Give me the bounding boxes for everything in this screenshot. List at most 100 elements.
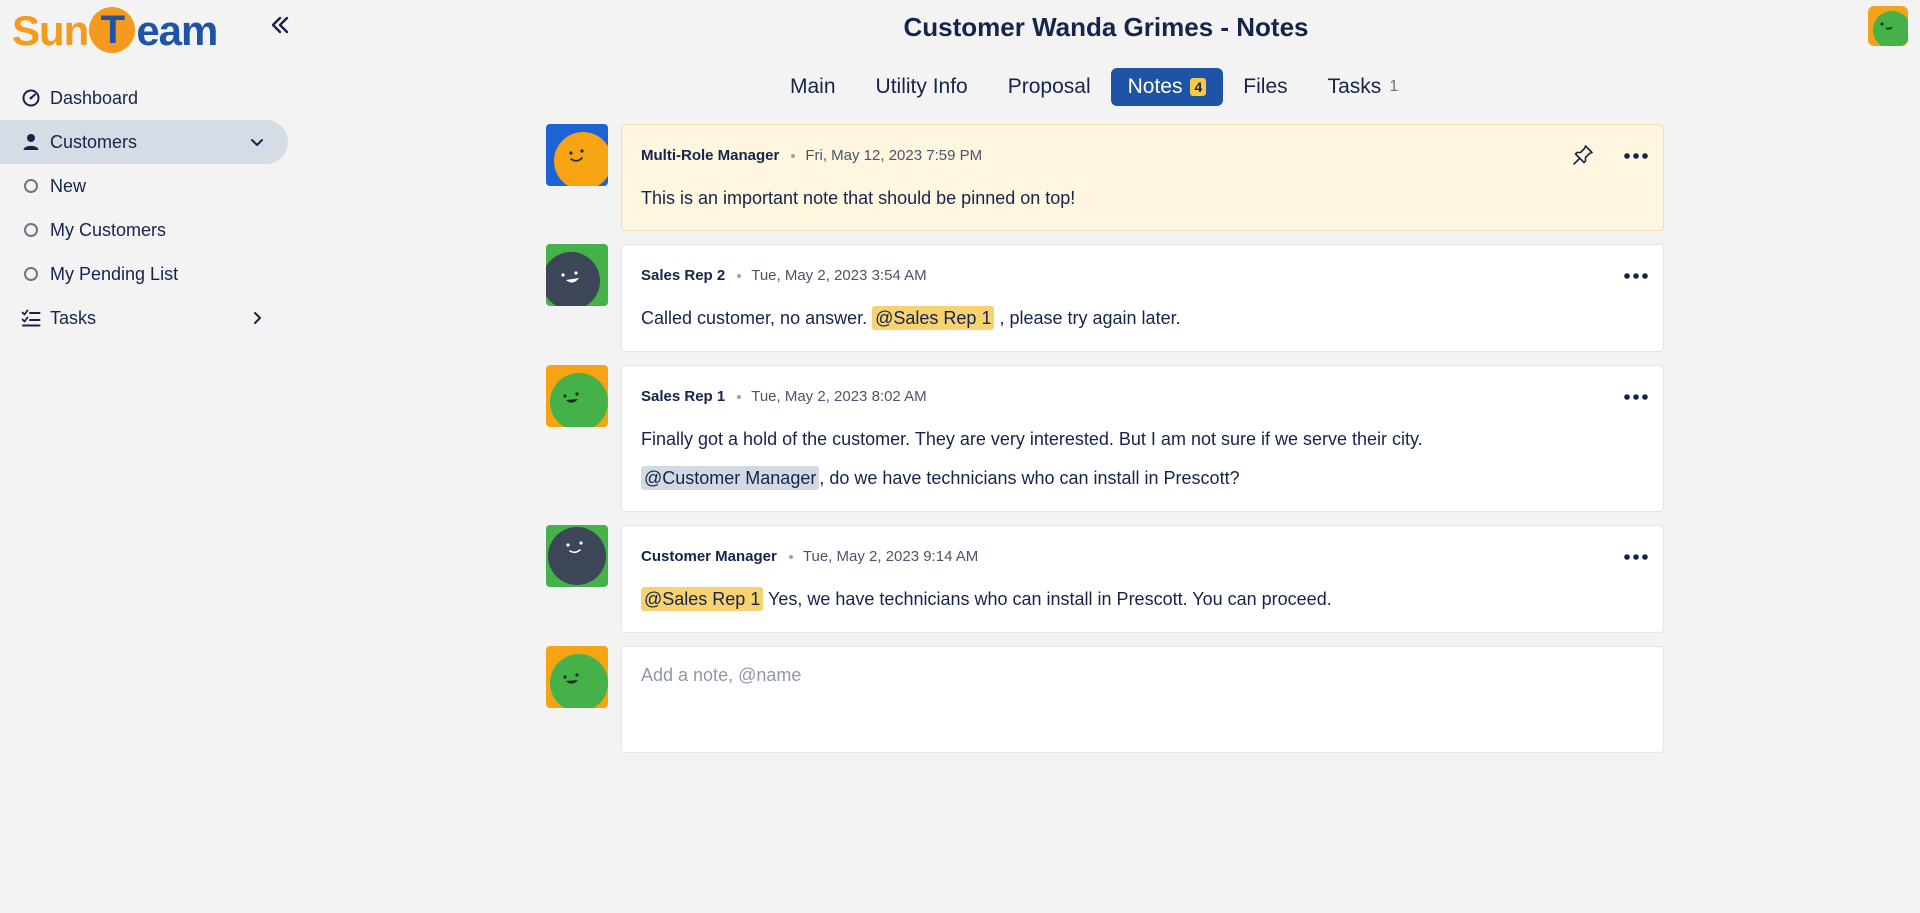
note-item: Sales Rep 2 Tue, May 2, 2023 3:54 AM Cal… [546,244,1666,352]
app-logo[interactable]: Sun Team [12,6,218,56]
tab-main[interactable]: Main [770,68,856,106]
more-options-button[interactable] [1623,550,1649,562]
separator-dot [737,394,742,399]
note-text: This is an important note that should be… [641,188,1076,208]
circle-icon [24,223,38,237]
chevron-right-icon [254,312,261,324]
avatar-face-icon [546,244,608,306]
sidebar-item-label: My Pending List [50,263,179,284]
note-item: Sales Rep 1 Tue, May 2, 2023 8:02 AM Fin… [546,365,1666,512]
tab-label: Tasks [1327,75,1382,98]
note-text-line: @Customer Manager, do we have technician… [641,466,1240,490]
note-timestamp: Fri, May 12, 2023 7:59 PM [805,147,983,164]
more-options-button[interactable] [1623,149,1649,161]
logo-team-text: eam [136,6,218,54]
note-item: Multi-Role Manager Fri, May 12, 2023 7:5… [546,124,1666,231]
note-timestamp: Tue, May 2, 2023 3:54 AM [751,267,927,284]
more-options-button[interactable] [1623,269,1649,281]
avatar [546,124,608,186]
sidebar-nav: Dashboard Customers New My Customers My … [0,76,290,340]
note-author: Sales Rep 1 [641,388,726,405]
checklist-icon [20,307,42,329]
tab-label: Files [1243,75,1288,98]
circle-icon [24,179,38,193]
mention-chip[interactable]: @Sales Rep 1 [641,587,764,611]
sidebar-item-my-customers[interactable]: My Customers [0,208,290,252]
sidebar-item-label: New [50,175,87,196]
ellipsis-icon [1624,153,1648,159]
more-options-button[interactable] [1623,390,1649,402]
gauge-icon [20,87,42,109]
ellipsis-icon [1624,554,1648,560]
avatar-face-icon [546,124,608,186]
tab-bar: Main Utility Info Proposal Notes 4 Files… [770,68,1418,106]
tasks-count-badge: 1 [1389,78,1399,95]
tab-notes[interactable]: Notes 4 [1110,68,1224,106]
tab-utility-info[interactable]: Utility Info [856,68,988,106]
note-author: Sales Rep 2 [641,267,726,284]
sidebar: SunTeam Dashboard Customers New My Cust [0,0,290,913]
note-text: Called customer, no answer. @Sales Rep 1… [641,306,1181,330]
note-item: Customer Manager Tue, May 2, 2023 9:14 A… [546,525,1666,633]
pin-icon [1573,145,1593,165]
tab-label: Main [790,75,836,98]
note-card: Multi-Role Manager Fri, May 12, 2023 7:5… [621,124,1664,231]
note-text: @Sales Rep 1 Yes, we have technicians wh… [641,587,1332,611]
sidebar-item-new[interactable]: New [0,164,290,208]
sidebar-item-dashboard[interactable]: Dashboard [0,76,290,120]
sidebar-item-my-pending-list[interactable]: My Pending List [0,252,290,296]
note-timestamp: Tue, May 2, 2023 8:02 AM [751,388,927,405]
tab-tasks[interactable]: Tasks 1 [1308,68,1419,106]
tab-label: Utility Info [875,75,968,98]
circle-icon [24,267,38,281]
sidebar-item-label: Tasks [50,307,97,328]
mention-chip[interactable]: @Sales Rep 1 [872,306,995,330]
note-input[interactable] [622,647,1663,752]
avatar-face-icon [1868,6,1908,46]
sidebar-item-label: Customers [50,131,138,152]
ellipsis-icon [1624,273,1648,279]
notes-count-badge: 4 [1190,78,1207,96]
separator-dot [791,153,796,158]
avatar-face-icon [546,525,608,587]
mention-chip[interactable]: @Customer Manager [641,466,820,490]
tab-files[interactable]: Files [1223,68,1307,106]
ellipsis-icon [1624,394,1648,400]
note-text-segment: Called customer, no answer. [641,308,873,328]
sidebar-item-label: Dashboard [50,87,139,108]
collapse-sidebar-button[interactable] [266,12,294,40]
pin-button[interactable] [1571,143,1595,167]
note-author: Customer Manager [641,548,777,565]
sidebar-item-customers[interactable]: Customers [0,120,288,164]
logo-sun-text: Sun [12,6,89,54]
separator-dot [737,273,742,278]
separator-dot [788,554,793,559]
sidebar-item-label: My Customers [50,219,167,240]
compose-card [621,646,1664,753]
avatar [546,365,608,427]
avatar [546,244,608,306]
tab-proposal[interactable]: Proposal [988,68,1111,106]
page-title: Customer Wanda Grimes - Notes [903,12,1309,42]
tab-label: Notes [1127,75,1183,98]
note-text-segment: Yes, we have technicians who can install… [763,589,1332,609]
note-card: Sales Rep 1 Tue, May 2, 2023 8:02 AM Fin… [621,365,1664,512]
avatar [546,646,608,708]
tab-label: Proposal [1007,75,1091,98]
compose-row [546,646,1666,753]
note-text-line: Finally got a hold of the customer. They… [641,429,1423,449]
note-text-segment: , please try again later. [994,308,1181,328]
avatar-face-icon [546,646,608,708]
double-chevron-left-icon [271,16,289,34]
avatar-face-icon [546,365,608,427]
note-text-segment: , do we have technicians who can install… [819,468,1240,488]
note-card: Sales Rep 2 Tue, May 2, 2023 3:54 AM Cal… [621,244,1664,352]
chevron-down-icon [251,139,263,146]
user-avatar[interactable] [1868,6,1908,46]
avatar [546,525,608,587]
note-timestamp: Tue, May 2, 2023 9:14 AM [802,548,979,565]
logo-t-mark: T [89,7,136,54]
sidebar-item-tasks[interactable]: Tasks [0,296,290,340]
person-icon [20,131,42,153]
note-author: Multi-Role Manager [641,147,780,164]
